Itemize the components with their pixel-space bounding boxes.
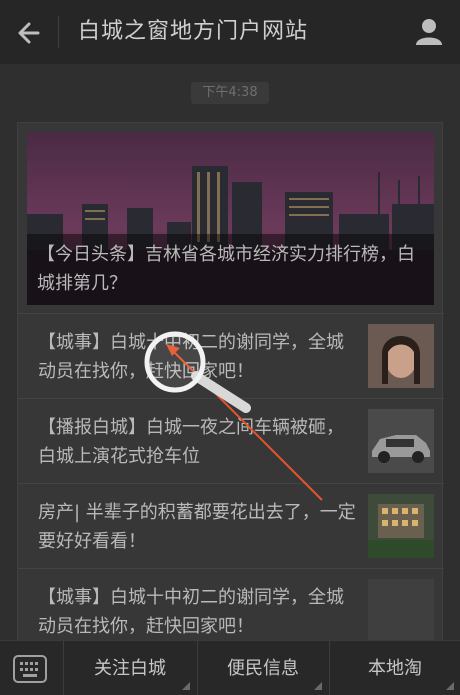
submenu-indicator-icon: [182, 682, 190, 690]
list-item[interactable]: 【城事】白城十中初二的谢同学，全城动员在找你，赶快回家吧！: [18, 313, 444, 398]
page-title: 白城之窗地方门户网站: [78, 19, 309, 44]
submenu-indicator-icon: [446, 682, 454, 690]
user-icon[interactable]: [414, 16, 444, 46]
building-photo: [368, 494, 434, 558]
list-item-title: 【城事】白城十中初二的谢同学，全城动员在找你，赶快回家吧！: [38, 332, 344, 382]
header-divider: [58, 16, 59, 48]
menu-item-label: 便民信息: [227, 658, 299, 679]
submenu-indicator-icon: [314, 682, 322, 690]
chat-area: 下午4:38 【今日头条】吉林省各城市经济实力排行榜，白城排第几？ 【城事】白城…: [0, 64, 460, 640]
car-photo: [368, 409, 434, 473]
news-card: 【今日头条】吉林省各城市经济实力排行榜，白城排第几？ 【城事】白城十中初二的谢同…: [17, 122, 444, 640]
bottom-menu: 关注白城 便民信息 本地淘: [0, 640, 460, 695]
message-timestamp: 下午4:38: [191, 82, 269, 104]
list-item[interactable]: 【播报白城】白城一夜之间车辆被砸，白城上演花式抢车位: [18, 398, 444, 483]
portrait-photo: [368, 324, 434, 388]
menu-item-label: 关注白城: [94, 658, 166, 679]
list-item[interactable]: 房产| 半辈子的积蓄都要花出去了，一定要好好看看！: [18, 483, 444, 568]
back-arrow-icon[interactable]: [14, 18, 46, 48]
hero-caption: 【今日头条】吉林省各城市经济实力排行榜，白城排第几？: [27, 234, 434, 305]
keyboard-icon[interactable]: [12, 653, 48, 685]
list-item-title: 【城事】白城十中初二的谢同学，全城动员在找你，赶快回家吧！: [38, 587, 344, 637]
list-item-title: 房产| 半辈子的积蓄都要花出去了，一定要好好看看！: [38, 502, 356, 552]
list-item-title: 【播报白城】白城一夜之间车辆被砸，白城上演花式抢车位: [38, 417, 344, 467]
menu-item-follow[interactable]: 关注白城: [64, 641, 196, 695]
list-item[interactable]: 【城事】白城十中初二的谢同学，全城动员在找你，赶快回家吧！: [18, 568, 444, 640]
top-bar: 白城之窗地方门户网站: [0, 0, 460, 64]
placeholder-thumbnail: [368, 579, 434, 640]
hero-article[interactable]: 【今日头条】吉林省各城市经济实力排行榜，白城排第几？: [27, 132, 434, 305]
menu-item-services[interactable]: 便民信息: [198, 641, 328, 695]
menu-item-local-shop[interactable]: 本地淘: [330, 641, 460, 695]
menu-item-label: 本地淘: [368, 658, 422, 679]
